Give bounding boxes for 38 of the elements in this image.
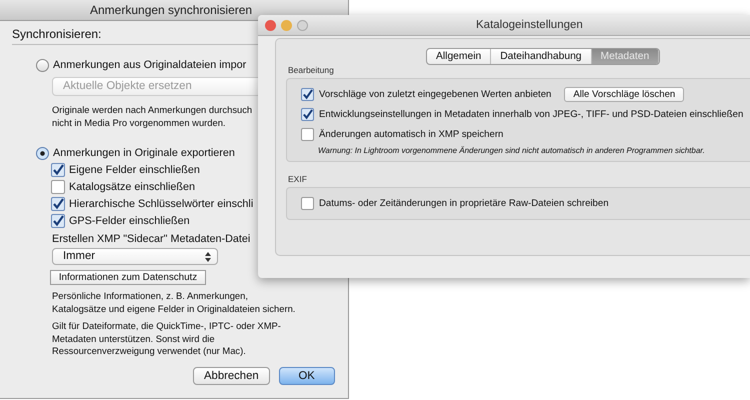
checkbox[interactable] (51, 214, 65, 228)
privacy-button[interactable]: Informationen zum Datenschutz (50, 270, 206, 285)
info-text: Persönliche Informationen, z. B. Anmerkungen, Katalogsätze und eigene Felder in Originaldateien sichern. (52, 290, 296, 315)
checkbox[interactable] (51, 180, 65, 194)
checkbox[interactable] (301, 128, 314, 140)
checkbox[interactable] (51, 197, 65, 211)
checkbox[interactable] (51, 163, 65, 177)
group-title: Bearbeitung (288, 65, 335, 75)
radio-label: Anmerkungen aus Originaldateien impor (53, 58, 246, 72)
tab[interactable]: Allgemein (427, 49, 492, 64)
radio-button[interactable] (36, 58, 49, 72)
cancel-button[interactable]: Abbrechen (193, 366, 270, 384)
stepper-arrows-icon (205, 252, 211, 262)
group-title: EXIF (288, 174, 308, 184)
close-icon[interactable] (265, 20, 276, 30)
checkbox[interactable] (301, 108, 314, 120)
warning-text: Warnung: In Lightroom vorgenommene Änderungen sind nicht automatisch in anderen Programmen sichtbar. (318, 146, 706, 155)
checkbox[interactable] (301, 196, 314, 210)
checkbox-label: Änderungen automatisch in XMP speichern (319, 128, 504, 140)
window-title: Anmerkungen synchronisieren (0, 0, 348, 21)
info-text: Gilt für Dateiformate, die QuickTime-, IPTC- oder XMP- Metadaten unterstützen. Sonst wird die Ressourcenverzweigung verwendet (nur Mac). (52, 320, 281, 358)
checkbox-label: Katalogsätze einschließen (69, 180, 196, 194)
sidecar-label: Erstellen XMP "Sidecar" Metadaten-Datei (52, 232, 252, 246)
zoom-icon[interactable] (297, 20, 308, 30)
checkbox-label: GPS-Felder einschließen (69, 214, 190, 228)
radio-button[interactable] (36, 146, 49, 160)
dropdown[interactable]: Immer (52, 248, 218, 265)
window-title: Katalogeinstellungen (476, 19, 583, 31)
info-text: Originale werden nach Anmerkungen durchsuch nicht in Media Pro vorgenommen wurden. (52, 104, 252, 129)
clear-button[interactable]: Alle Vorschläge löschen (564, 86, 684, 102)
checkbox[interactable] (301, 88, 314, 100)
radio-label: Anmerkungen in Originale exportieren (53, 146, 235, 160)
checkbox-label: Vorschläge von zuletzt eingegebenen Werten anbieten (319, 88, 552, 100)
checkbox-label: Hierarchische Schlüsselwörter einschli (69, 197, 254, 211)
checkbox-label: Datums- oder Zeitänderungen in proprietäre Raw-Dateien schreiben (319, 198, 609, 208)
checkbox-label: Eigene Felder einschließen (69, 163, 200, 177)
checkbox-label: Entwicklungseinstellungen in Metadaten innerhalb von JPEG-, TIFF- und PSD-Dateien einschließen (319, 108, 744, 120)
ok-button[interactable]: OK (278, 366, 335, 384)
